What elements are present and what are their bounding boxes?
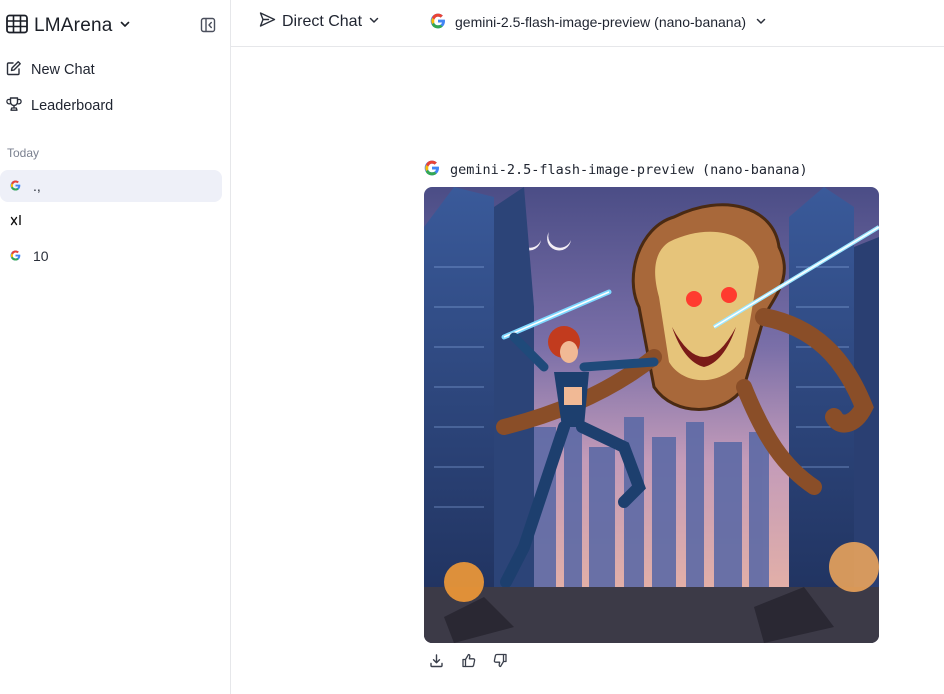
sidebar-collapse-button[interactable] [200,17,216,33]
google-g-icon [10,248,21,264]
thumbs-down-button[interactable] [492,653,508,673]
history-item[interactable] [0,205,222,237]
google-g-icon [10,178,21,194]
thumbs-up-icon [461,653,476,673]
mode-label: Direct Chat [282,13,363,30]
sidebar: LMArena New Chat Leaderboard Today ., 10 [0,0,231,694]
history-item-title: ., [33,178,41,194]
history-item-title: 10 [33,248,49,264]
x-ai-icon [10,213,22,229]
message-actions [428,653,508,673]
new-chat-button[interactable]: New Chat [6,58,95,82]
sidebar-toggle-icon [200,17,216,37]
brand-name: LMArena [34,15,113,36]
mode-selector[interactable]: Direct Chat [259,11,380,33]
message-model-name: gemini-2.5-flash-image-preview (nano-ban… [450,162,808,178]
app-window: LMArena New Chat Leaderboard Today ., 10… [0,0,944,694]
model-selector[interactable]: gemini-2.5-flash-image-preview (nano-ban… [430,11,767,33]
download-icon [429,653,444,673]
chevron-down-icon [755,14,767,30]
google-g-icon [424,160,440,181]
model-label: gemini-2.5-flash-image-preview (nano-ban… [455,14,747,30]
history-item[interactable]: 10 [0,240,222,272]
leaderboard-button[interactable]: Leaderboard [6,94,113,118]
message-header: gemini-2.5-flash-image-preview (nano-ban… [424,160,808,180]
generated-image-illustration [424,187,879,643]
new-chat-label: New Chat [31,62,95,78]
thumbs-down-icon [493,653,508,673]
brand-menu[interactable]: LMArena [6,12,131,40]
table-grid-icon [6,14,28,39]
chevron-down-icon [368,13,380,31]
edit-icon [6,60,22,80]
google-g-icon [430,13,446,32]
generated-image[interactable] [424,187,879,643]
history-item[interactable]: ., [0,170,222,202]
thumbs-up-button[interactable] [460,653,476,673]
top-bar: Direct Chat gemini-2.5-flash-image-previ… [231,0,944,47]
download-button[interactable] [428,653,444,673]
chevron-down-icon [119,17,131,35]
history-section-label: Today [7,146,40,160]
trophy-icon [6,96,22,116]
leaderboard-label: Leaderboard [31,98,114,114]
send-icon [259,11,276,33]
